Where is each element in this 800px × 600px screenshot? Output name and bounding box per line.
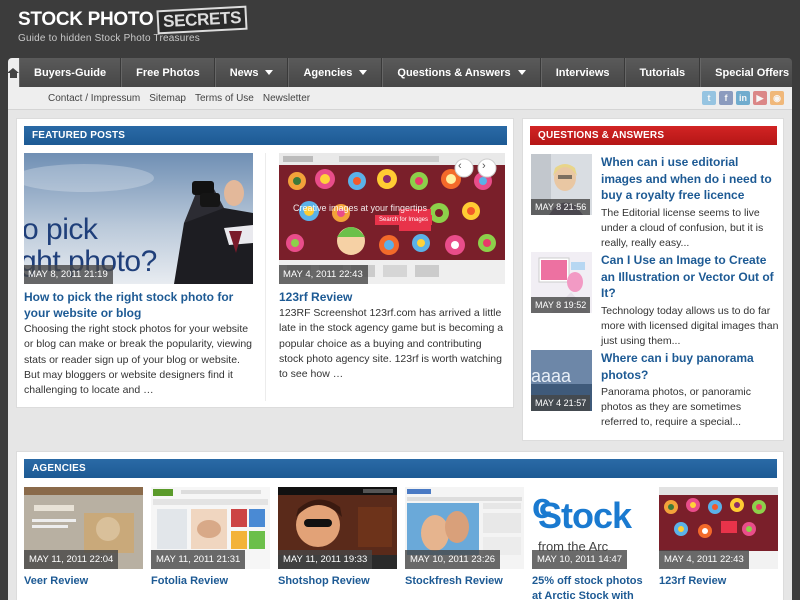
chevron-down-icon <box>359 70 368 75</box>
qa-date-badge: MAY 4 21:57 <box>531 395 591 411</box>
nav-item-buyers-guide[interactable]: Buyers-Guide <box>19 58 122 87</box>
agency-title[interactable]: 123rf Review <box>659 574 778 589</box>
agency-image[interactable]: MAY 10, 2011 23:26 <box>405 487 524 569</box>
qa-thumbnail[interactable]: aaaa MAY 4 21:57 <box>531 350 592 411</box>
agency-date-badge: MAY 10, 2011 23:26 <box>405 550 501 569</box>
subnav-link-contact[interactable]: Contact / Impressum <box>48 93 140 104</box>
qa-excerpt: Panorama photos, or panoramic photos as … <box>601 386 751 428</box>
post-date-badge: MAY 8, 2011 21:19 <box>24 265 113 284</box>
facebook-icon[interactable]: f <box>719 91 733 105</box>
agency-title[interactable]: Stockfresh Review <box>405 574 524 589</box>
nav-label: Buyers-Guide <box>34 66 107 79</box>
agency-item: MAY 11, 2011 21:31 Fotolia Review <box>151 487 270 589</box>
featured-post-image[interactable]: o pick ght photo? MAY 8, 2011 21:19 <box>24 153 253 284</box>
agency-title[interactable]: Fotolia Review <box>151 574 270 589</box>
featured-post-image[interactable]: ‹ › Creative images at your fingertips S… <box>279 153 505 284</box>
agency-item: MAY 11, 2011 22:04 Veer Review <box>24 487 143 589</box>
subnav-link-sitemap[interactable]: Sitemap <box>149 93 186 104</box>
qa-thumbnail[interactable]: MAY 8 19:52 <box>531 252 592 313</box>
image-text-pick: o pick <box>24 213 98 246</box>
sub-nav: Contact / Impressum Sitemap Terms of Use… <box>8 87 792 110</box>
main-nav: Buyers-Guide Free Photos News Agencies Q… <box>7 58 800 87</box>
agencies-heading: AGENCIES <box>24 459 777 478</box>
image-search-button: Search for Images <box>375 215 433 225</box>
nav-item-questions-answers[interactable]: Questions & Answers <box>382 58 541 87</box>
carousel-next-icon[interactable]: › <box>482 160 486 172</box>
youtube-icon[interactable]: ▶ <box>753 91 767 105</box>
logo-secrets-text: SECRETS <box>156 5 249 35</box>
column-divider <box>265 153 266 401</box>
nav-item-special-offers[interactable]: Special Offers <box>700 58 800 87</box>
site-tagline: Guide to hidden Stock Photo Treasures <box>18 33 200 44</box>
nav-label: News <box>229 66 259 79</box>
nav-item-tutorials[interactable]: Tutorials <box>624 58 701 87</box>
qa-title[interactable]: Can I Use an Image to Create an Illustra… <box>601 252 779 302</box>
featured-post-excerpt: 123RF Screenshot 123rf.com has arrived a… <box>279 307 504 381</box>
site-logo[interactable]: STOCK PHOTO SECRETS Guide to hidden Stoc… <box>18 5 249 44</box>
nav-label: Interviews <box>555 66 610 79</box>
nav-label: Agencies <box>303 66 353 79</box>
twitter-icon[interactable]: t <box>702 91 716 105</box>
qa-date-badge: MAY 8 19:52 <box>531 297 591 313</box>
qa-thumbnail[interactable]: MAY 8 21:56 <box>531 154 592 215</box>
featured-post: o pick ght photo? MAY 8, 2011 21:19 How … <box>24 153 253 398</box>
featured-post-title[interactable]: 123rf Review <box>279 289 507 305</box>
agency-date-badge: MAY 4, 2011 22:43 <box>659 550 749 569</box>
image-caption-text: Creative images at your fingertips <box>293 203 428 213</box>
nav-item-free-photos[interactable]: Free Photos <box>121 58 215 87</box>
qa-excerpt: The Editorial license seems to live unde… <box>601 206 764 249</box>
featured-post: ‹ › Creative images at your fingertips S… <box>279 153 507 382</box>
logo-main-text: STOCK PHOTO <box>18 9 154 30</box>
social-links: t f in ▶ ◉ <box>702 91 784 105</box>
featured-post-excerpt: Choosing the right stock photos for your… <box>24 323 253 397</box>
nav-label: Special Offers <box>715 66 790 79</box>
featured-post-title[interactable]: How to pick the right stock photo for yo… <box>24 289 253 321</box>
agency-title[interactable]: Shotshop Review <box>278 574 397 589</box>
agency-date-badge: MAY 11, 2011 22:04 <box>24 550 119 569</box>
carousel-prev-icon[interactable]: ‹ <box>458 160 462 172</box>
rss-icon[interactable]: ◉ <box>770 91 784 105</box>
qa-title[interactable]: Where can i buy panorama photos? <box>601 350 779 383</box>
qa-excerpt: Technology today allows us to do far mor… <box>601 304 779 347</box>
agency-item: MAY 11, 2011 19:33 Shotshop Review <box>278 487 397 589</box>
agency-image[interactable]: Stock c from the Arc MAY 10, 2011 14:47 <box>532 487 651 569</box>
linkedin-icon[interactable]: in <box>736 91 750 105</box>
agency-title[interactable]: Veer Review <box>24 574 143 589</box>
featured-posts-heading: FEATURED POSTS <box>24 126 507 145</box>
agency-date-badge: MAY 11, 2011 21:31 <box>151 550 246 569</box>
nav-item-agencies[interactable]: Agencies <box>288 58 383 87</box>
agency-item: MAY 10, 2011 23:26 Stockfresh Review <box>405 487 524 589</box>
chevron-down-icon <box>265 70 274 75</box>
qa-date-badge: MAY 8 21:56 <box>531 199 591 215</box>
subnav-link-terms[interactable]: Terms of Use <box>195 93 254 104</box>
nav-item-news[interactable]: News <box>214 58 289 87</box>
site-header: STOCK PHOTO SECRETS Guide to hidden Stoc… <box>0 0 800 58</box>
qa-title[interactable]: When can i use editorial images and when… <box>601 154 779 204</box>
agency-image[interactable]: MAY 11, 2011 21:31 <box>151 487 270 569</box>
post-date-badge: MAY 4, 2011 22:43 <box>279 265 368 284</box>
nav-label: Free Photos <box>136 66 200 79</box>
nav-item-interviews[interactable]: Interviews <box>540 58 625 87</box>
agency-image[interactable]: MAY 11, 2011 19:33 <box>278 487 397 569</box>
home-button[interactable] <box>7 58 19 87</box>
image-text-fragment: c <box>532 487 553 526</box>
agency-image[interactable]: MAY 11, 2011 22:04 <box>24 487 143 569</box>
agency-item: Stock c from the Arc MAY 10, 2011 14:47 … <box>532 487 651 600</box>
agency-date-badge: MAY 11, 2011 19:33 <box>278 550 373 569</box>
questions-answers-heading: QUESTIONS & ANSWERS <box>530 126 777 145</box>
nav-label: Tutorials <box>639 66 686 79</box>
questions-answers-panel: QUESTIONS & ANSWERS MAY 8 21:56 When can… <box>522 118 784 441</box>
nav-label: Questions & Answers <box>397 66 511 79</box>
featured-posts-panel: FEATURED POSTS o pick ght photo? MAY 8, … <box>16 118 514 408</box>
agencies-panel: AGENCIES MAY 11, 2011 22:04 Veer Review <box>16 451 784 600</box>
agency-image[interactable]: MAY 4, 2011 22:43 <box>659 487 778 569</box>
subnav-link-newsletter[interactable]: Newsletter <box>263 93 310 104</box>
agency-item: MAY 4, 2011 22:43 123rf Review <box>659 487 778 589</box>
home-icon <box>7 67 19 78</box>
agency-date-badge: MAY 10, 2011 14:47 <box>532 550 628 569</box>
chevron-down-icon <box>517 70 526 75</box>
agency-title[interactable]: 25% off stock photos at Arctic Stock wit… <box>532 574 651 600</box>
svg-text:aaaa: aaaa <box>531 366 572 386</box>
